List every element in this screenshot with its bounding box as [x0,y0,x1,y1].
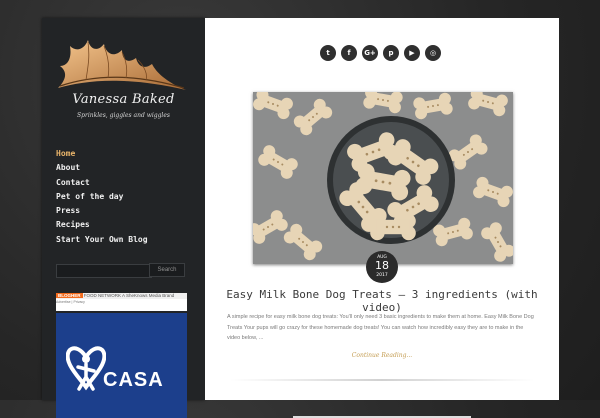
featured-image[interactable] [253,92,513,264]
main-navigation: Home About Contact Pet of the day Press … [56,147,148,247]
youtube-icon[interactable]: ▶ [404,45,420,61]
casa-banner[interactable]: CASA [56,313,187,418]
post-date-badge: AUG 18 2017 [366,251,398,283]
site-title[interactable]: Vanessa Baked [42,92,205,107]
badge-brand: BLOGHER [56,293,83,298]
facebook-icon[interactable]: f [341,45,357,61]
site-tagline: Sprinkles, giggles and wiggles [77,112,170,119]
casa-heart-icon [66,346,106,391]
badge-network: FOOD NETWORK [83,293,122,298]
date-year: 2017 [376,273,388,278]
nav-item-start-your-own-blog[interactable]: Start Your Own Blog [56,233,148,247]
post-divider [229,379,535,381]
nav-item-recipes[interactable]: Recipes [56,218,148,232]
leaf-logo-icon[interactable] [56,36,190,92]
nav-item-press[interactable]: Press [56,204,148,218]
badge-subtext: Advertise | Privacy [56,300,85,304]
read-more-link[interactable]: Continue Reading... [205,352,559,359]
instagram-icon[interactable]: ◎ [425,45,441,61]
nav-item-about[interactable]: About [56,161,148,175]
badge-header: BLOGHER FOOD NETWORK A SheKnows Media Br… [56,293,187,299]
blogher-badge[interactable]: BLOGHER FOOD NETWORK A SheKnows Media Br… [56,293,187,311]
date-day: 18 [375,259,389,272]
post-title[interactable]: Easy Milk Bone Dog Treats – 3 ingredient… [205,288,559,314]
social-links: t f G+ p ▶ ◎ [320,45,446,61]
post-excerpt: A simple recipe for easy milk bone dog t… [227,314,534,341]
pinterest-icon[interactable]: p [383,45,399,61]
main-content: t f G+ p ▶ ◎ AUG 18 2017 Easy Milk Bone … [205,18,559,418]
search-button[interactable]: Search [149,263,185,277]
nav-item-pet-of-the-day[interactable]: Pet of the day [56,190,148,204]
nav-item-home[interactable]: Home [56,147,148,161]
badge-member: A SheKnows Media Brand [122,293,175,298]
nav-item-contact[interactable]: Contact [56,176,148,190]
search-input[interactable] [56,264,152,278]
twitter-icon[interactable]: t [320,45,336,61]
casa-logo-text: CASA [103,369,164,391]
google-plus-icon[interactable]: G+ [362,45,378,61]
dog-bones-photo [253,92,513,264]
sidebar: Vanessa Baked Sprinkles, giggles and wig… [42,18,205,418]
